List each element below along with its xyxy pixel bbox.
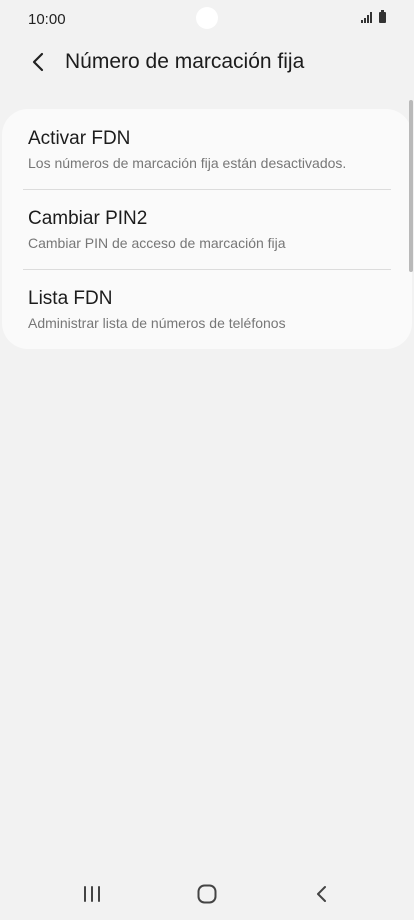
setting-item-title: Lista FDN [28, 288, 113, 309]
camera-cutout [196, 7, 218, 29]
page-title: Número de marcación fija [65, 50, 305, 73]
status-icons [361, 10, 386, 23]
signal-icon [361, 12, 372, 23]
back-button[interactable] [22, 46, 54, 78]
setting-item-subtitle: Cambiar PIN de acceso de marcación fija [28, 235, 286, 251]
status-bar: 10:00 [0, 0, 414, 38]
setting-item-title: Activar FDN [28, 128, 131, 149]
app-header: Número de marcación fija [0, 40, 414, 86]
navigation-bar [0, 866, 414, 920]
setting-item-cambiar-pin2[interactable]: Cambiar PIN2 Cambiar PIN de acceso de ma… [2, 189, 412, 269]
settings-card: Activar FDN Los números de marcación fij… [2, 109, 412, 349]
scrollbar[interactable] [409, 100, 413, 272]
home-icon [197, 884, 217, 904]
status-time: 10:00 [28, 11, 66, 28]
setting-item-activar-fdn[interactable]: Activar FDN Los números de marcación fij… [2, 109, 412, 189]
setting-item-subtitle: Los números de marcación fija están desa… [28, 155, 347, 171]
setting-item-lista-fdn[interactable]: Lista FDN Administrar lista de números d… [2, 269, 412, 349]
setting-item-subtitle: Administrar lista de números de teléfono… [28, 315, 286, 331]
recents-icon [84, 886, 100, 902]
setting-item-title: Cambiar PIN2 [28, 208, 148, 229]
back-icon [317, 886, 326, 902]
home-button[interactable] [185, 874, 229, 914]
battery-icon [379, 10, 386, 23]
nav-back-button[interactable] [300, 874, 344, 914]
recents-button[interactable] [70, 874, 114, 914]
chevron-left-icon [32, 52, 44, 72]
